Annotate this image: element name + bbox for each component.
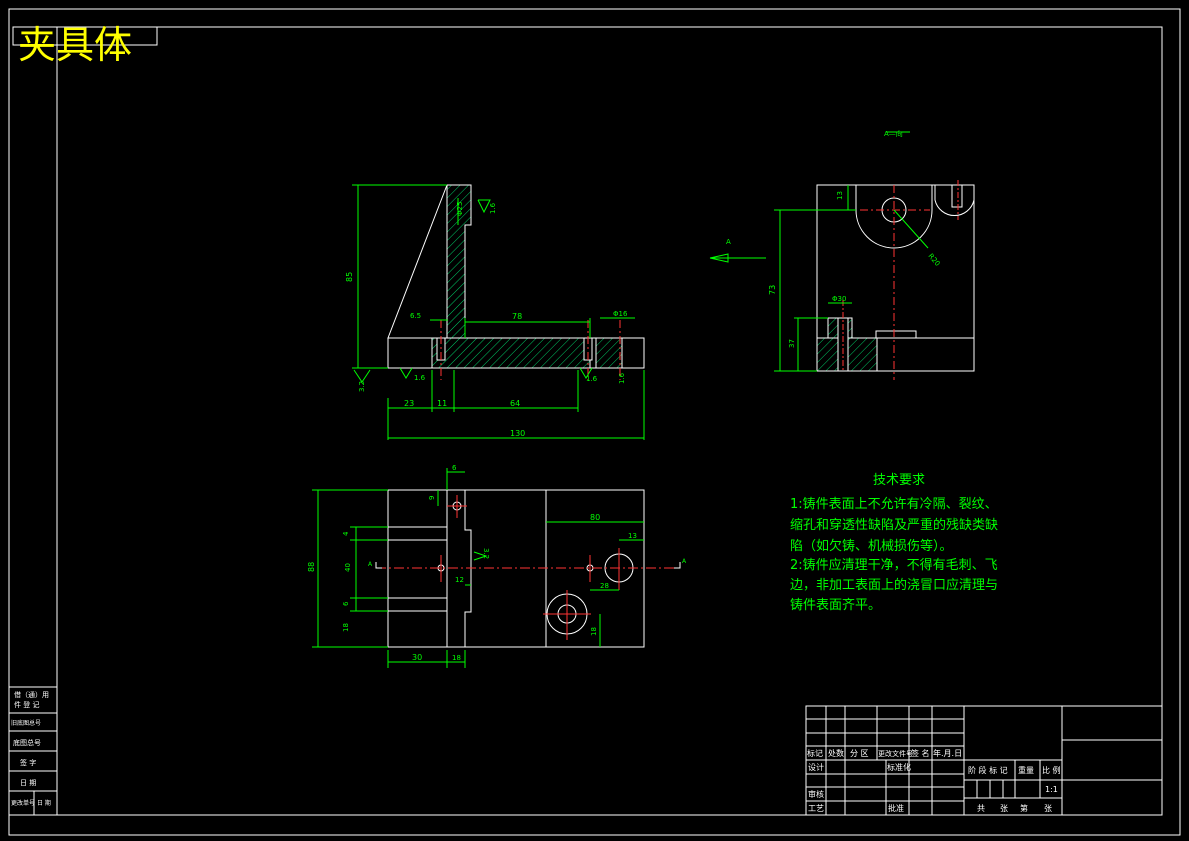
side-dimensions bbox=[709, 131, 929, 372]
technical-requirements: 技术要求 1:铸件表面上不允许有冷隔、裂纹、 缩孔和穿透性缺陷及严重的残缺类缺 … bbox=[790, 473, 998, 613]
dim-p-30: 30 bbox=[412, 653, 422, 662]
dim-p-88: 88 bbox=[307, 562, 316, 572]
tech-line-5: 边，非加工表面上的浇冒口应清理与 bbox=[790, 577, 998, 593]
tb-standard: 标准化 bbox=[887, 762, 911, 772]
tb-label-sign: 签 名 bbox=[911, 748, 930, 758]
dim-phi25: Φ25 bbox=[456, 202, 464, 216]
view-label-a: A—向 bbox=[884, 129, 903, 138]
roughness-2: 1.6 bbox=[414, 374, 426, 382]
tb-label-date: 年.月.日 bbox=[933, 748, 962, 758]
tb-label-docno: 更改文件号 bbox=[878, 749, 913, 758]
front-dimensions bbox=[352, 184, 645, 440]
side-table-labels: 借（通）用 件 登 记 旧底图总号 底图总号 签 字 日 期 更改单号 日 期 bbox=[11, 690, 51, 807]
dim-p-28: 28 bbox=[600, 582, 609, 590]
tech-line-4: 2:铸件应清理干净，不得有毛刺、飞 bbox=[790, 557, 998, 573]
tech-line-2: 缩孔和穿透性缺陷及严重的残缺类缺 bbox=[790, 517, 998, 533]
dim-p-13: 13 bbox=[628, 532, 637, 540]
dim-p-80: 80 bbox=[590, 513, 600, 522]
side-row-7: 更改单号 bbox=[11, 799, 35, 807]
arrow-label-a: A bbox=[726, 238, 731, 246]
dim-p-18: 18 bbox=[342, 623, 350, 632]
dim-s-phi30: Φ30 bbox=[832, 295, 846, 303]
side-view-top-hole bbox=[951, 184, 963, 208]
tb-design: 设计 bbox=[808, 762, 824, 772]
tb-weight: 重量 bbox=[1018, 765, 1034, 775]
roughness-5: 3.2 bbox=[358, 381, 366, 392]
dim-phi16: Φ16 bbox=[613, 310, 628, 318]
side-view-right-notch bbox=[934, 185, 975, 216]
section-mark-right: A bbox=[682, 558, 687, 565]
dim-85: 85 bbox=[345, 272, 354, 282]
tech-line-3: 陷（如欠铸、机械损伤等）。 bbox=[790, 538, 953, 554]
dim-p-6b: 6 bbox=[342, 601, 350, 606]
dim-p-9: 9 bbox=[428, 496, 436, 500]
section-mark-left: A bbox=[368, 561, 373, 568]
tech-line-1: 1:铸件表面上不允许有冷隔、裂纹、 bbox=[790, 496, 998, 512]
tb-approve: 批准 bbox=[888, 803, 904, 813]
dim-p-40: 40 bbox=[344, 563, 352, 572]
tb-label-count: 处数 bbox=[828, 748, 844, 758]
tb-ratio: 比 例 bbox=[1042, 765, 1061, 775]
roughness-3: 1.6 bbox=[586, 375, 598, 383]
side-row-3: 旧底图总号 bbox=[11, 719, 41, 727]
dim-130: 130 bbox=[510, 429, 525, 438]
dim-23: 23 bbox=[404, 399, 414, 408]
side-row-6: 日 期 bbox=[20, 779, 36, 787]
cad-drawing-canvas: 夹具体 85 6.5 78 Φ16 23 11 64 130 Φ25 1.6 1… bbox=[8, 8, 1181, 836]
roughness-4: 1.6 bbox=[618, 372, 626, 384]
tb-review: 审核 bbox=[808, 789, 824, 799]
dim-s-37: 37 bbox=[788, 339, 796, 348]
roughness-1: 1.6 bbox=[489, 202, 497, 214]
tb-process: 工艺 bbox=[808, 804, 824, 813]
sheet-border bbox=[8, 8, 1181, 836]
dim-78: 78 bbox=[512, 312, 522, 321]
dim-p-6: 6 bbox=[452, 464, 457, 472]
title-block bbox=[805, 705, 1163, 816]
tb-sheet-unit1: 张 bbox=[1000, 804, 1008, 813]
tb-sheet-total: 共 bbox=[977, 804, 985, 813]
side-row-5: 签 字 bbox=[20, 758, 36, 767]
dim-p-4a: 4 bbox=[342, 531, 350, 536]
tb-stage: 阶 段 标 记 bbox=[968, 765, 1008, 775]
side-row-8: 日 期 bbox=[37, 799, 51, 807]
side-row-4: 底图总号 bbox=[13, 738, 41, 747]
tb-label-zone: 分 区 bbox=[850, 749, 869, 758]
tech-heading: 技术要求 bbox=[873, 473, 925, 488]
tb-sheet-unit2: 张 bbox=[1044, 804, 1052, 813]
front-view: 85 6.5 78 Φ16 23 11 64 130 Φ25 1.6 1.6 1… bbox=[345, 184, 645, 440]
tb-label-mark: 标记 bbox=[807, 748, 823, 758]
dim-p-18b: 18 bbox=[452, 654, 461, 662]
drawing-title: 夹具体 bbox=[18, 23, 132, 67]
dim-p-12: 12 bbox=[455, 576, 464, 584]
side-view: A—向 A 13 R20 73 Φ30 37 bbox=[709, 129, 975, 380]
dim-6-5: 6.5 bbox=[410, 312, 421, 320]
side-row-2: 件 登 记 bbox=[14, 700, 39, 709]
dim-p-r3-2: 3.2 bbox=[482, 548, 490, 559]
front-view-right-hatch bbox=[595, 337, 623, 369]
dim-s-73: 73 bbox=[768, 285, 777, 295]
side-row-1: 借（通）用 bbox=[14, 690, 49, 699]
plan-view: A A 6 9 80 13 88 4 40 6 12 18 30 18 28 1… bbox=[307, 464, 687, 668]
tb-scale: 1:1 bbox=[1045, 785, 1058, 794]
dim-11: 11 bbox=[437, 399, 447, 408]
dim-s-r20: R20 bbox=[926, 252, 941, 268]
dim-s-13: 13 bbox=[836, 191, 844, 200]
dim-p-18c: 18 bbox=[590, 627, 598, 636]
dim-64: 64 bbox=[510, 399, 520, 408]
tech-line-6: 铸件表面齐平。 bbox=[790, 597, 881, 613]
tb-sheet-no: 第 bbox=[1020, 803, 1028, 813]
